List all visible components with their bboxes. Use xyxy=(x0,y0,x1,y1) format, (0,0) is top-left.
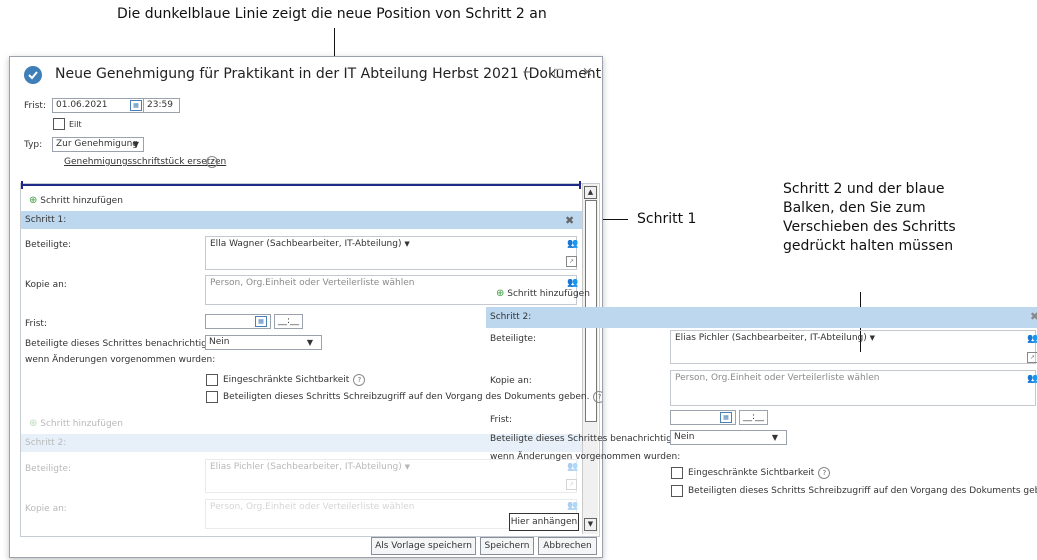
dragged-write-access-checkbox[interactable] xyxy=(671,485,683,497)
step1-participants-value: Ella Wagner (Sachbearbeiter, IT-Abteilun… xyxy=(210,239,402,249)
save-button[interactable]: Speichern xyxy=(480,537,534,555)
urgent-checkbox[interactable] xyxy=(53,118,65,130)
append-here-button[interactable]: Hier anhängen xyxy=(509,513,579,531)
step1-restricted-text: Eingeschränkte Sichtbarkeit xyxy=(223,375,350,385)
type-label: Typ: xyxy=(24,140,43,150)
dragged-participants-label: Beteiligte: xyxy=(490,334,537,344)
step1-notify-label-1: Beteiligte dieses Schrittes benachrichti… xyxy=(25,339,221,349)
expand-icon[interactable]: ↗ xyxy=(566,256,577,267)
minimize-button[interactable]: − xyxy=(522,65,533,80)
step1-participants-field[interactable]: Ella Wagner (Sachbearbeiter, IT-Abteilun… xyxy=(205,236,577,270)
step1-deadline-time[interactable]: __:__ xyxy=(274,314,303,329)
step2-ghost-copy-label: Kopie an: xyxy=(25,504,67,514)
add-person-icon[interactable]: 👥 xyxy=(1027,334,1037,344)
dragged-copy-placeholder: Person, Org.Einheit oder Verteilerliste … xyxy=(675,373,880,383)
chevron-down-icon: ▼ xyxy=(306,338,313,347)
type-select-value: Zur Genehmigung xyxy=(56,139,138,149)
add-person-icon[interactable]: 👥 xyxy=(1027,374,1037,384)
dragged-deadline-time[interactable]: __:__ xyxy=(739,410,768,425)
help-icon[interactable]: ? xyxy=(206,156,218,168)
help-icon[interactable]: ? xyxy=(353,374,366,386)
step1-header[interactable]: Schritt 1: xyxy=(21,211,582,229)
add-step-label: Schritt hinzufügen xyxy=(40,196,123,206)
step1-notify-value: Nein xyxy=(209,337,230,347)
step1-notify-select[interactable]: Nein ▼ xyxy=(205,335,322,350)
maximize-button[interactable]: □ xyxy=(553,66,563,79)
dragged-participants-field[interactable]: Elias Pichler (Sachbearbeiter, IT-Abteil… xyxy=(670,330,1036,364)
dropdown-arrow-icon: ▼ xyxy=(404,240,410,248)
urgent-label: Eilt xyxy=(69,120,82,129)
dragged-write-access-label: Beteiligten dieses Schritts Schreibzugri… xyxy=(688,485,1037,497)
scroll-down-button[interactable]: ▼ xyxy=(584,518,597,531)
calendar-icon[interactable]: ▦ xyxy=(130,100,142,111)
app-logo-icon xyxy=(24,66,42,84)
step1-participants-label: Beteiligte: xyxy=(25,240,72,250)
step1-copy-placeholder: Person, Org.Einheit oder Verteilerliste … xyxy=(210,278,415,288)
close-button[interactable]: × xyxy=(582,65,593,80)
step1-copy-label: Kopie an: xyxy=(25,280,67,290)
add-step-label: Schritt hinzufügen xyxy=(40,419,123,429)
dragged-add-step-button[interactable]: ⊕ Schritt hinzufügen xyxy=(496,288,590,299)
add-step-button-1[interactable]: ⊕ Schritt hinzufügen xyxy=(29,195,123,206)
dragged-step2-header[interactable]: Schritt 2: xyxy=(486,307,1037,328)
add-circle-icon: ⊕ xyxy=(29,418,38,429)
chevron-down-icon: ▼ xyxy=(132,140,139,149)
remove-step-icon[interactable]: ✖ xyxy=(565,214,574,227)
dragged-notify-label-1: Beteiligte dieses Schrittes benachrichti… xyxy=(490,434,686,444)
deadline-date-value: 01.06.2021 xyxy=(56,100,108,110)
window-title: Neue Genehmigung für Praktikant in der I… xyxy=(55,66,603,82)
step2-ghost-participants-label: Beteiligte: xyxy=(25,464,72,474)
dragged-notify-select[interactable]: Nein ▼ xyxy=(670,430,787,445)
step1-write-access-checkbox[interactable] xyxy=(206,391,218,403)
drop-position-line-left-cap xyxy=(21,181,23,189)
add-step-button-2[interactable]: ⊕ Schritt hinzufügen xyxy=(29,418,123,429)
dropdown-arrow-icon: ▼ xyxy=(869,334,876,342)
step1-restricted-checkbox[interactable] xyxy=(206,374,218,386)
dragged-copy-label: Kopie an: xyxy=(490,376,532,386)
deadline-date-field[interactable]: 01.06.2021 ▦ xyxy=(52,98,145,113)
dropdown-arrow-icon: ▼ xyxy=(404,463,411,471)
step1-deadline-date[interactable]: ▦ xyxy=(205,314,271,329)
callout-top: Die dunkelblaue Linie zeigt die neue Pos… xyxy=(117,6,547,22)
deadline-time-field[interactable]: 23:59 xyxy=(143,98,180,113)
step2-ghost-participants-value: Elias Pichler (Sachbearbeiter, IT-Abteil… xyxy=(210,462,402,472)
dragged-participants-value: Elias Pichler (Sachbearbeiter, IT-Abteil… xyxy=(675,333,867,343)
step1-notify-label-2: wenn Änderungen vorgenommen wurden: xyxy=(25,355,216,365)
dragged-deadline-date[interactable]: ▦ xyxy=(670,410,736,425)
step1-deadline-label: Frist: xyxy=(25,319,47,329)
help-icon[interactable]: ? xyxy=(818,467,831,479)
add-circle-icon: ⊕ xyxy=(29,195,38,206)
add-circle-icon: ⊕ xyxy=(496,288,505,299)
dragged-restricted-text: Eingeschränkte Sichtbarkeit xyxy=(688,468,815,478)
replace-document-link[interactable]: Genehmigungsschriftstück ersetzen xyxy=(64,157,226,167)
dragged-copy-field[interactable]: Person, Org.Einheit oder Verteilerliste … xyxy=(670,370,1036,406)
scroll-up-button[interactable]: ▲ xyxy=(584,186,597,199)
save-template-button[interactable]: Als Vorlage speichern xyxy=(371,537,476,555)
drop-position-line-right-cap xyxy=(579,181,581,189)
dragged-restricted-checkbox[interactable] xyxy=(671,467,683,479)
dragged-notify-value: Nein xyxy=(674,432,695,442)
dragged-notify-label-2: wenn Änderungen vorgenommen wurden: xyxy=(490,452,681,462)
dragged-restricted-label: Eingeschränkte Sichtbarkeit? xyxy=(688,467,831,479)
add-step-label: Schritt hinzufügen xyxy=(507,289,590,299)
dragged-write-access-text: Beteiligten dieses Schritts Schreibzugri… xyxy=(688,486,1037,496)
expand-icon[interactable]: ↗ xyxy=(1027,352,1037,363)
dragged-step2[interactable]: ⊕ Schritt hinzufügen Schritt 2: ✖ Beteil… xyxy=(486,282,1037,512)
calendar-icon[interactable]: ▦ xyxy=(255,316,267,327)
chevron-down-icon: ▼ xyxy=(771,433,778,442)
type-select[interactable]: Zur Genehmigung ▼ xyxy=(52,137,144,152)
callout-step2: Schritt 2 und der blaue Balken, den Sie … xyxy=(783,181,956,254)
dragged-deadline-label: Frist: xyxy=(490,415,512,425)
deadline-label: Frist: xyxy=(24,101,46,111)
step1-restricted-label: Eingeschränkte Sichtbarkeit? xyxy=(223,374,366,386)
remove-step-icon[interactable]: ✖ xyxy=(1030,310,1037,323)
step2-ghost-copy-placeholder: Person, Org.Einheit oder Verteilerliste … xyxy=(210,502,415,512)
callout-step1: Schritt 1 xyxy=(637,211,697,227)
cancel-button[interactable]: Abbrechen xyxy=(538,537,597,555)
drop-position-line xyxy=(21,184,581,186)
add-person-icon[interactable]: 👥 xyxy=(567,239,578,249)
calendar-icon[interactable]: ▦ xyxy=(720,412,732,423)
